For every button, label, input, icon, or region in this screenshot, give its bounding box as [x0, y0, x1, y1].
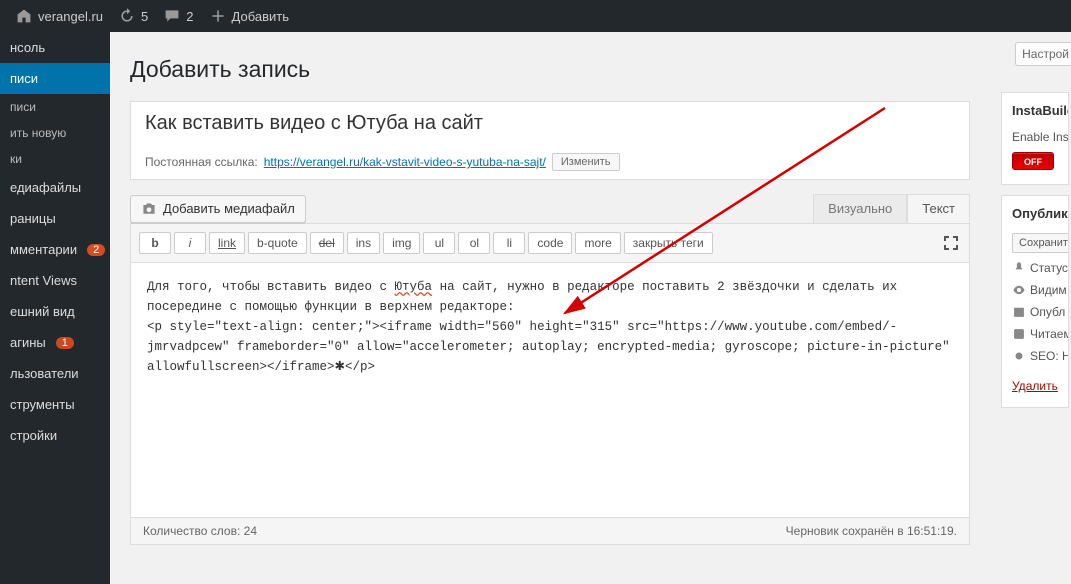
updates-count: 5: [141, 9, 148, 24]
tab-visual[interactable]: Визуально: [813, 194, 907, 223]
tab-text[interactable]: Текст: [907, 194, 970, 223]
updates-link[interactable]: 5: [111, 0, 156, 32]
plus-icon: [210, 8, 226, 24]
add-new-label: Добавить: [232, 9, 289, 24]
wordcount-value: 24: [244, 524, 257, 538]
permalink-label: Постоянная ссылка:: [145, 155, 258, 169]
title-box: Постоянная ссылка: https://verangel.ru/k…: [130, 101, 970, 180]
site-home-link[interactable]: verangel.ru: [8, 0, 111, 32]
toolbar-ol[interactable]: ol: [458, 232, 490, 254]
sidebar-console[interactable]: нсоль: [0, 32, 110, 63]
enable-label: Enable Inst: [1012, 126, 1060, 148]
right-sidebar: Настрой InstaBuild Enable Inst OFF Опубл…: [1001, 32, 1071, 584]
refresh-icon: [119, 8, 135, 24]
permalink-url[interactable]: https://verangel.ru/kak-vstavit-video-s-…: [264, 155, 546, 169]
editor-toolbar: b i link b-quote del ins img ul ol li co…: [130, 223, 970, 263]
site-name: verangel.ru: [38, 9, 103, 24]
readability-row: Читаем: [1012, 323, 1060, 345]
admin-sidebar: нсоль писи писи ить новую ки едиафайлы р…: [0, 32, 110, 584]
permalink-edit-button[interactable]: Изменить: [552, 153, 620, 171]
eye-icon: [1012, 283, 1026, 297]
sidebar-content-views[interactable]: ntent Views: [0, 265, 110, 296]
sidebar-tools[interactable]: струменты: [0, 389, 110, 420]
comments-count: 2: [186, 9, 193, 24]
page-heading: Добавить запись: [130, 56, 1071, 83]
permalink-row: Постоянная ссылка: https://verangel.ru/k…: [131, 145, 969, 179]
dot-icon: [1012, 349, 1026, 363]
toolbar-italic[interactable]: i: [174, 232, 206, 254]
toolbar-del[interactable]: del: [310, 232, 344, 254]
camera-icon: [141, 201, 157, 217]
draft-saved-label: Черновик сохранён в 16:51:19.: [786, 524, 957, 538]
instabuilder-title: InstaBuild: [1012, 103, 1060, 118]
toolbar-code[interactable]: code: [528, 232, 572, 254]
fullscreen-icon[interactable]: [941, 233, 961, 253]
toolbar-ul[interactable]: ul: [423, 232, 455, 254]
publish-date-row: Опубл: [1012, 301, 1060, 323]
post-editor[interactable]: Для того, чтобы вставить видео с Ютуба н…: [130, 263, 970, 518]
status-row: Статус: [1012, 257, 1060, 279]
main-content: Добавить запись Постоянная ссылка: https…: [130, 32, 1071, 584]
editor-status-bar: Количество слов: 24 Черновик сохранён в …: [130, 518, 970, 545]
editor-tabs: Визуально Текст: [813, 194, 970, 223]
screen-options-tab[interactable]: Настрой: [1015, 42, 1071, 66]
toolbar-more[interactable]: more: [575, 232, 620, 254]
sidebar-pages[interactable]: раницы: [0, 203, 110, 234]
toolbar-link[interactable]: link: [209, 232, 245, 254]
delete-link[interactable]: Удалить: [1012, 379, 1058, 393]
comment-icon: [164, 8, 180, 24]
seo-row: SEO: Но: [1012, 345, 1060, 367]
toolbar-ins[interactable]: ins: [347, 232, 380, 254]
toolbar-li[interactable]: li: [493, 232, 525, 254]
save-draft-button[interactable]: Сохранит: [1012, 233, 1069, 253]
toolbar-img[interactable]: img: [383, 232, 420, 254]
sidebar-comments[interactable]: мментарии2: [0, 234, 110, 265]
wordcount-label: Количество слов:: [143, 524, 240, 538]
instabuilder-panel: InstaBuild Enable Inst OFF: [1001, 92, 1069, 185]
add-media-button[interactable]: Добавить медиафайл: [130, 195, 306, 223]
sidebar-users[interactable]: льзователи: [0, 358, 110, 389]
media-row: Добавить медиафайл Визуально Текст: [130, 194, 970, 223]
visibility-row: Видим: [1012, 279, 1060, 301]
sidebar-media[interactable]: едиафайлы: [0, 172, 110, 203]
home-icon: [16, 8, 32, 24]
toggle-off[interactable]: OFF: [1012, 152, 1054, 170]
plugins-badge: 1: [56, 337, 74, 349]
comments-link[interactable]: 2: [156, 0, 201, 32]
calendar-icon: [1012, 305, 1026, 319]
sidebar-add-post[interactable]: ить новую: [0, 120, 110, 146]
toolbar-bquote[interactable]: b-quote: [248, 232, 307, 254]
comments-badge: 2: [87, 244, 105, 256]
sidebar-posts[interactable]: писи: [0, 63, 110, 94]
sidebar-all-posts[interactable]: писи: [0, 94, 110, 120]
sidebar-plugins[interactable]: агины1: [0, 327, 110, 358]
admin-topbar: verangel.ru 5 2 Добавить: [0, 0, 1071, 32]
sidebar-appearance[interactable]: ешний вид: [0, 296, 110, 327]
toolbar-bold[interactable]: b: [139, 232, 171, 254]
pin-icon: [1012, 261, 1026, 275]
check-icon: [1012, 327, 1026, 341]
sidebar-tags[interactable]: ки: [0, 146, 110, 172]
add-new-link[interactable]: Добавить: [202, 0, 297, 32]
toolbar-close-tags[interactable]: закрыть теги: [624, 232, 713, 254]
publish-title: Опублико: [1012, 206, 1060, 221]
sidebar-settings[interactable]: стройки: [0, 420, 110, 451]
post-title-input[interactable]: [131, 102, 969, 145]
publish-panel: Опублико Сохранит Статус Видим Опубл Чит…: [1001, 195, 1069, 408]
